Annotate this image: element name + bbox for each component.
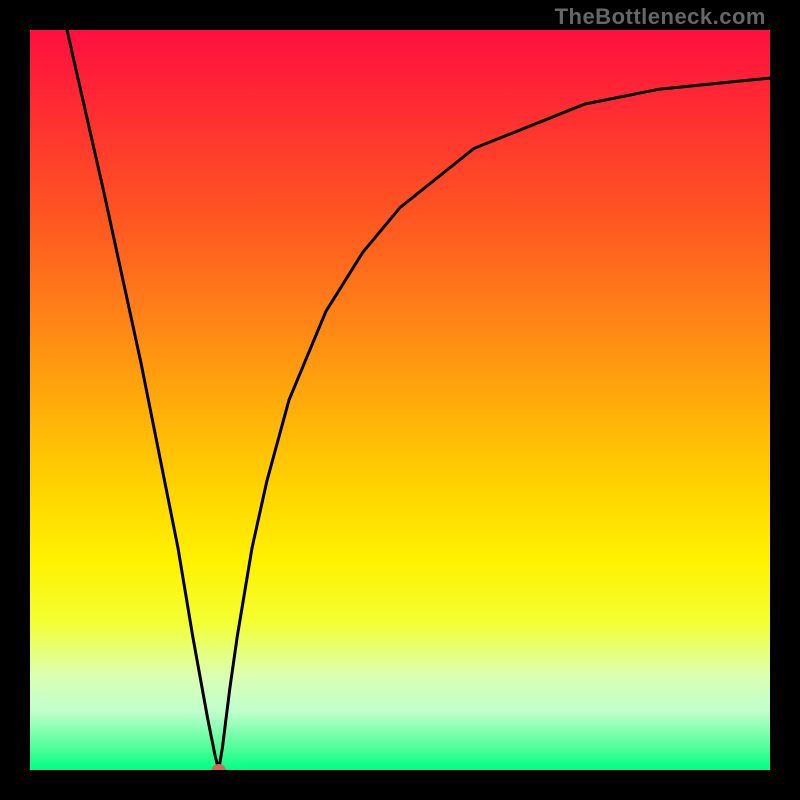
attribution-label: TheBottleneck.com [555,4,766,30]
chart-background [30,30,770,770]
bottleneck-chart [30,30,770,770]
